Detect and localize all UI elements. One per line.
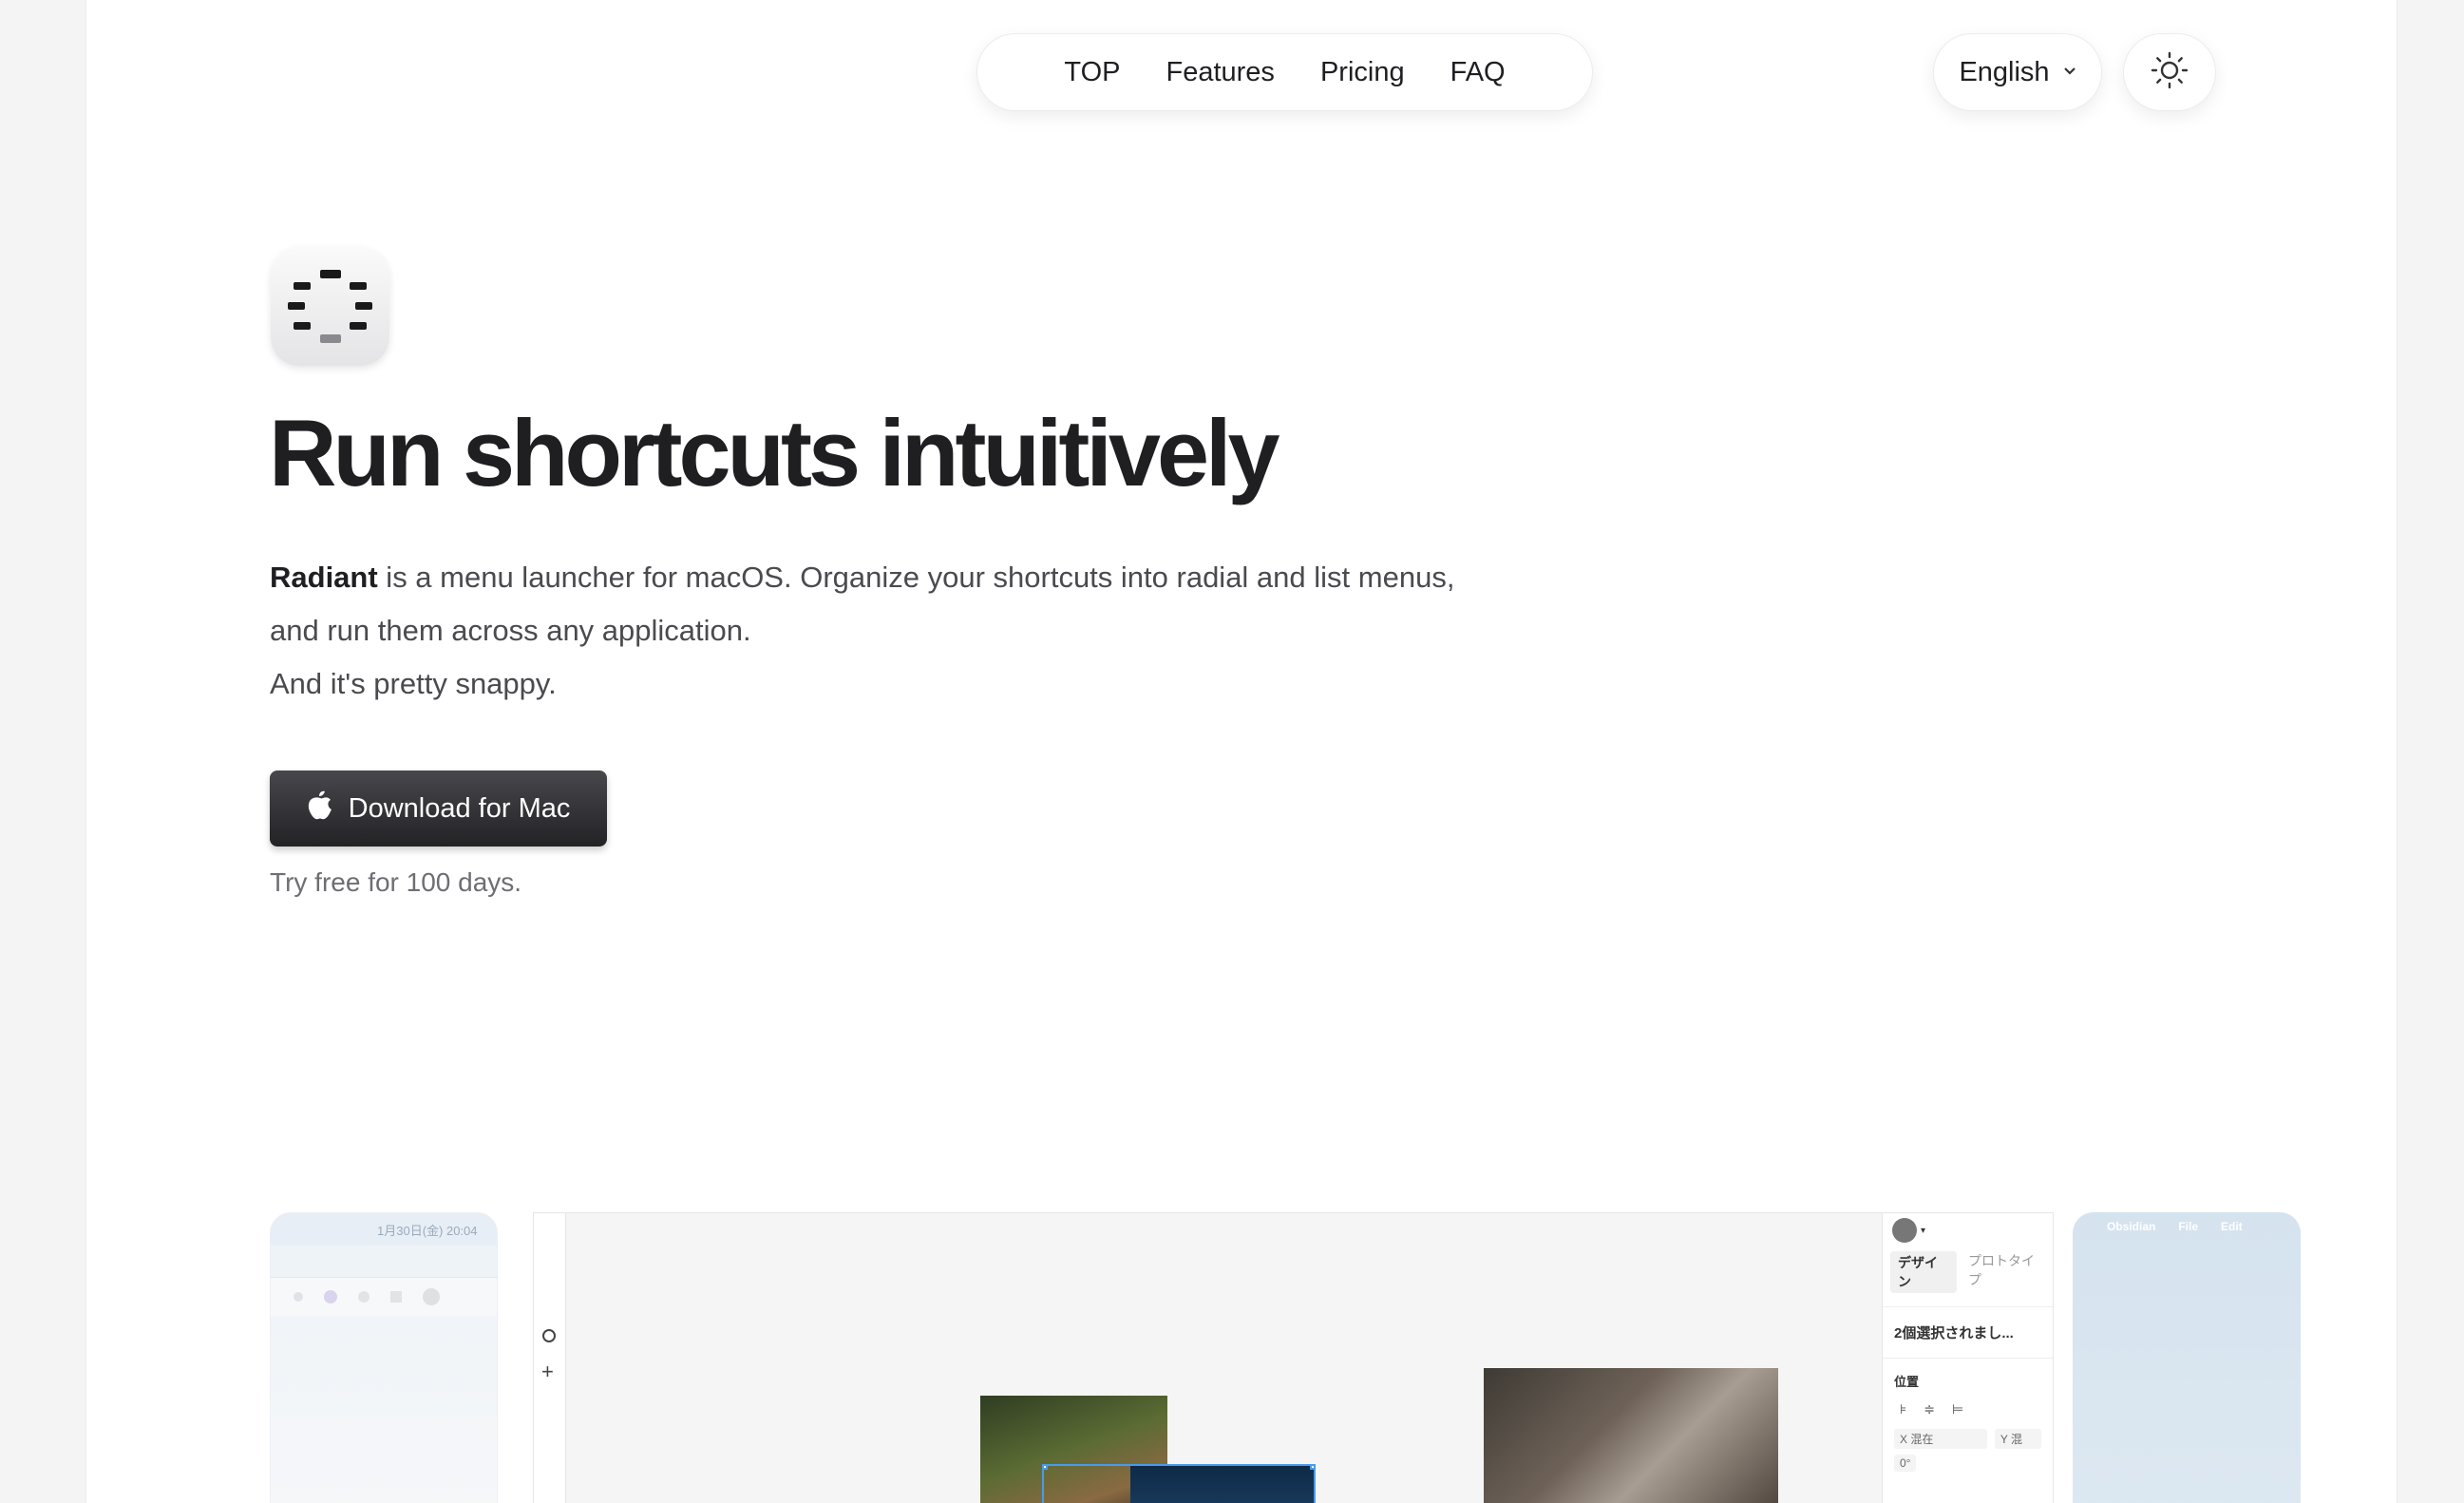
download-label: Download for Mac	[348, 792, 571, 824]
phone-left-status-bar: 1月30日(金) 20:04	[271, 1213, 497, 1246]
language-label: English	[1959, 56, 2050, 87]
desc-line-1: is a menu launcher for macOS. Organize y…	[377, 561, 1455, 594]
trial-note: Try free for 100 days.	[270, 867, 522, 897]
desc-line-3: And it's pretty snappy.	[270, 667, 557, 700]
plus-icon: +	[541, 1360, 554, 1383]
position-section-title: 位置	[1883, 1358, 2053, 1398]
properties-panel: ▾ デザイン プロトタイプ 2個選択されまし... 位置 ⊧ ≑ ⊨ X 混在 …	[1882, 1213, 2053, 1503]
search-icon	[542, 1329, 556, 1342]
brand-name: Radiant	[270, 561, 378, 594]
design-app-screenshot: + ▾ デザイン プロトタイプ 2個選択されまし... 位置 ⊧ ≑ ⊨ X 混…	[533, 1212, 2054, 1503]
y-field[interactable]: Y 混	[1994, 1429, 2041, 1449]
file-menu-label: File	[2178, 1220, 2199, 1233]
phone-screenshot-right: Obsidian File Edit	[2073, 1212, 2301, 1503]
x-field[interactable]: X 混在	[1894, 1429, 1987, 1449]
hero-description: Radiant is a menu launcher for macOS. Or…	[270, 551, 1600, 711]
chevron-down-icon	[2063, 64, 2076, 81]
theme-toggle-button[interactable]	[2123, 33, 2216, 111]
page-title: Run shortcuts intuitively	[269, 400, 1280, 505]
tab-prototype[interactable]: プロトタイプ	[1968, 1251, 2045, 1293]
app-menu-label: Obsidian	[2107, 1220, 2156, 1233]
nav-faq[interactable]: FAQ	[1450, 57, 1506, 88]
boar-image	[1484, 1368, 1778, 1503]
desc-line-2: and run them across any application.	[270, 614, 751, 647]
language-selector[interactable]: English	[1933, 33, 2102, 111]
avatar	[1892, 1218, 1917, 1243]
radiant-app-icon	[271, 247, 389, 366]
selection-summary: 2個選択されまし...	[1883, 1306, 2053, 1358]
selection-box	[1042, 1464, 1316, 1503]
page: TOP Features Pricing FAQ English Run sho…	[85, 0, 2398, 1503]
rotation-field[interactable]: 0°	[1894, 1455, 1917, 1472]
download-button[interactable]: Download for Mac	[270, 771, 607, 847]
main-nav: TOP Features Pricing FAQ	[976, 33, 1593, 111]
apple-icon	[307, 789, 333, 828]
product-screenshot-strip: 1月30日(金) 20:04 + ▾ デザイン プロトタイプ 2個選択されまし.…	[270, 1212, 2301, 1503]
sun-icon	[2151, 51, 2189, 94]
align-left-icon[interactable]: ⊧	[1900, 1401, 1906, 1417]
nav-pricing[interactable]: Pricing	[1320, 57, 1405, 88]
align-right-icon[interactable]: ⊨	[1952, 1401, 1963, 1417]
edit-menu-label: Edit	[2221, 1220, 2243, 1233]
phone-screenshot-left: 1月30日(金) 20:04	[270, 1212, 498, 1503]
design-toolbar: +	[534, 1213, 566, 1503]
nav-top[interactable]: TOP	[1064, 57, 1120, 88]
tab-design[interactable]: デザイン	[1890, 1251, 1957, 1293]
align-center-icon[interactable]: ≑	[1924, 1401, 1935, 1417]
nav-features[interactable]: Features	[1166, 57, 1274, 88]
